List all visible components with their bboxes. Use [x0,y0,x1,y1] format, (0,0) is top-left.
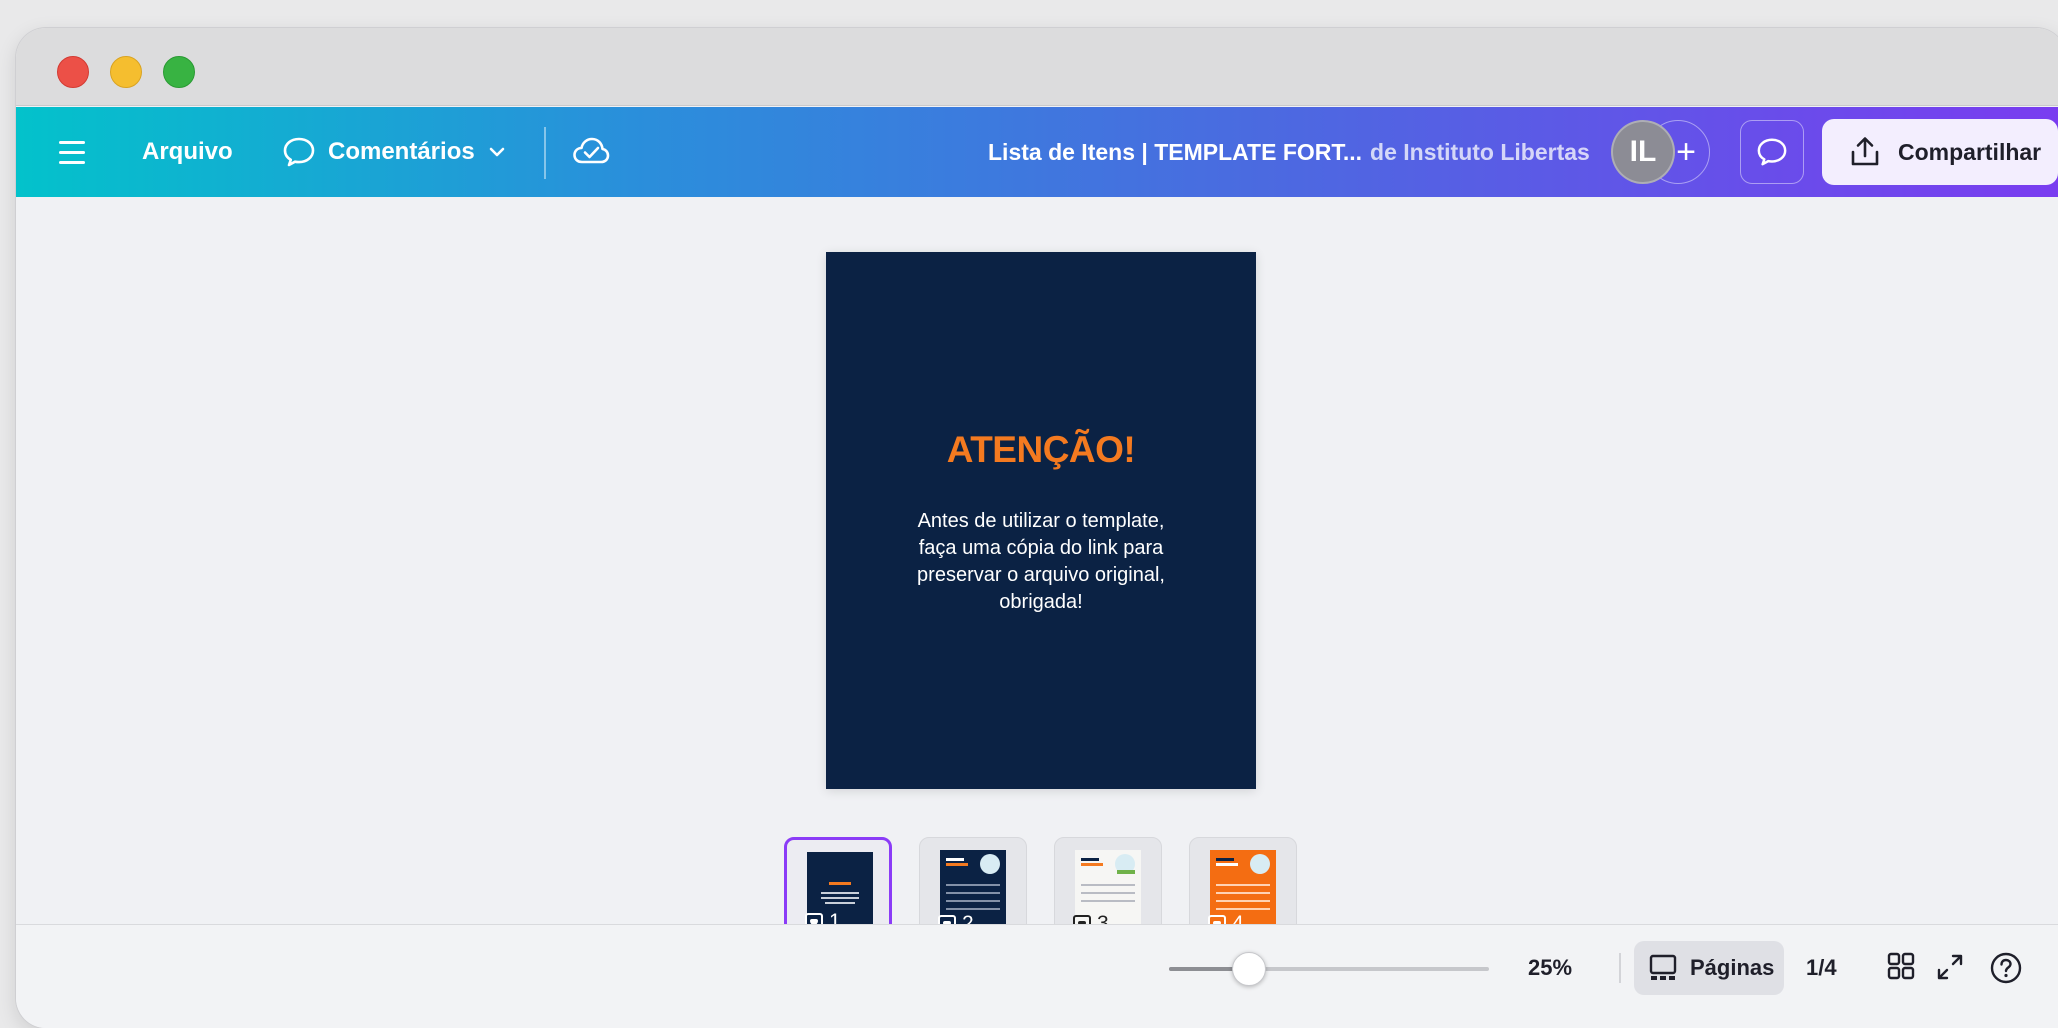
help-icon[interactable] [1989,951,2023,985]
zoom-level[interactable]: 25% [1528,955,1572,981]
toolbar-divider [544,127,546,179]
page-body-text: Antes de utilizar o template, faça uma c… [917,510,1165,613]
comment-button[interactable] [1740,120,1804,184]
minimize-window-button[interactable] [110,56,142,88]
page-count[interactable]: 1/4 [1806,955,1837,981]
cloud-saved-button[interactable] [572,107,610,197]
share-button[interactable]: Compartilhar [1822,119,2058,185]
fullscreen-icon[interactable] [1934,951,1966,983]
pages-label: Páginas [1690,955,1775,980]
pages-icon [1649,954,1677,980]
bottom-bar: 25% Páginas 1/4 [16,924,2058,1028]
design-page[interactable]: ATENÇÃO! Antes de utilizar o template, f… [826,252,1256,789]
zoom-slider[interactable] [1169,967,1489,971]
pages-button[interactable]: Páginas [1634,941,1784,995]
file-menu-label: Arquivo [142,138,233,165]
comments-menu-label: Comentários [328,138,475,165]
title-bar [16,28,2058,106]
menu-icon[interactable] [56,107,88,197]
plus-icon: + [1676,132,1696,171]
file-menu-button[interactable]: Arquivo [142,107,233,197]
grid-view-icon[interactable] [1886,951,1916,981]
maximize-window-button[interactable] [163,56,195,88]
zoom-slider-handle[interactable] [1232,952,1266,986]
avatar[interactable]: IL [1611,120,1675,184]
close-window-button[interactable] [57,56,89,88]
chevron-down-icon [489,147,505,157]
document-title[interactable]: Lista de Itens | TEMPLATE FORT... de Ins… [988,107,1590,197]
avatar-initials: IL [1629,135,1657,168]
document-owner: de Instituto Libertas [1370,138,1590,165]
page-heading: ATENÇÃO! [946,429,1136,470]
canvas-area: ATENÇÃO! Antes de utilizar o template, f… [16,197,2058,943]
bottom-divider [1619,953,1621,983]
comments-menu-button[interactable]: Comentários [282,107,507,197]
cloud-check-icon [573,137,610,164]
share-label: Compartilhar [1898,138,2042,165]
speech-bubble-icon [1757,138,1787,166]
speech-bubble-icon [283,137,315,167]
editor-toolbar: Arquivo Comentários Lista de Itens | TEM… [16,107,2058,197]
document-title-text: Lista de Itens | TEMPLATE FORT... [988,138,1363,165]
app-window: Arquivo Comentários Lista de Itens | TEM… [16,28,2058,1028]
upload-icon [1851,137,1879,166]
